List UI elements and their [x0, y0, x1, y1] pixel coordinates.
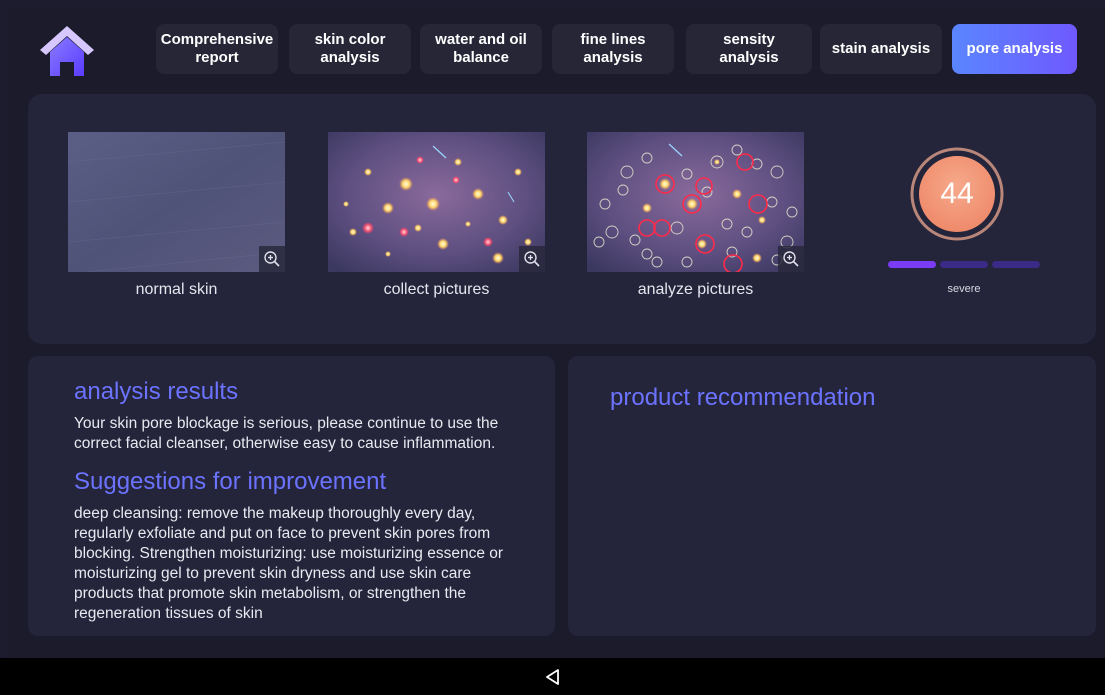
tab-fine-lines-analysis[interactable]: fine lines analysis [552, 24, 674, 74]
tab-label: water and oil balance [435, 31, 527, 66]
back-triangle-icon[interactable] [543, 667, 563, 687]
home-button[interactable] [36, 22, 98, 80]
product-recommendation-title: product recommendation [610, 384, 876, 411]
pictures-panel: normal skin collect pictures analyze pic… [28, 94, 1096, 344]
score-value: 44 [940, 177, 974, 210]
collect-pictures-label: collect pictures [383, 281, 490, 298]
zoom-button[interactable] [778, 246, 804, 272]
tab-stain-analysis[interactable]: stain analysis [820, 24, 942, 74]
zoom-in-icon [264, 251, 280, 267]
analysis-results-panel[interactable]: analysis results Your skin pore blockage… [28, 356, 555, 636]
tab-sensity-analysis[interactable]: sensity analysis [686, 24, 812, 74]
zoom-in-icon [524, 251, 540, 267]
tab-comprehensive-report[interactable]: Comprehensive report [156, 24, 278, 74]
severity-level-bar [888, 261, 1040, 269]
tab-label: stain analysis [831, 40, 931, 57]
tab-label: pore analysis [966, 40, 1063, 57]
zoom-button[interactable] [519, 246, 545, 272]
tab-skin-color-analysis[interactable]: skin color analysis [289, 24, 411, 74]
normal-skin-image[interactable] [68, 132, 285, 272]
level-segment [992, 261, 1040, 268]
analysis-results-title: analysis results [74, 378, 239, 405]
suggestions-text: deep cleansing: remove the makeup thorou… [74, 505, 504, 622]
zoom-in-icon [783, 251, 799, 267]
analysis-results-text: Your skin pore blockage is serious, plea… [74, 415, 499, 452]
severity-label: severe [947, 283, 981, 295]
app-window: Comprehensive report skin color analysis… [8, 8, 1105, 658]
product-recommendation-panel: product recommendation [568, 356, 1096, 636]
tab-label: Comprehensive report [160, 31, 274, 66]
suggestions-title: Suggestions for improvement [74, 468, 387, 495]
system-nav-bar [0, 658, 1105, 695]
zoom-button[interactable] [259, 246, 285, 272]
analyzed-picture-image[interactable] [587, 132, 804, 272]
collected-picture-image[interactable] [328, 132, 545, 272]
level-segment [888, 261, 936, 268]
tab-pore-analysis[interactable]: pore analysis [952, 24, 1077, 74]
home-icon [40, 26, 94, 76]
tab-label: sensity analysis [719, 31, 779, 66]
tab-label: skin color analysis [314, 31, 386, 66]
analyze-pictures-label: analyze pictures [637, 281, 754, 298]
level-segment [940, 261, 988, 268]
normal-skin-label: normal skin [135, 281, 218, 298]
tab-label: fine lines analysis [580, 31, 646, 66]
tab-water-oil-balance[interactable]: water and oil balance [420, 24, 542, 74]
